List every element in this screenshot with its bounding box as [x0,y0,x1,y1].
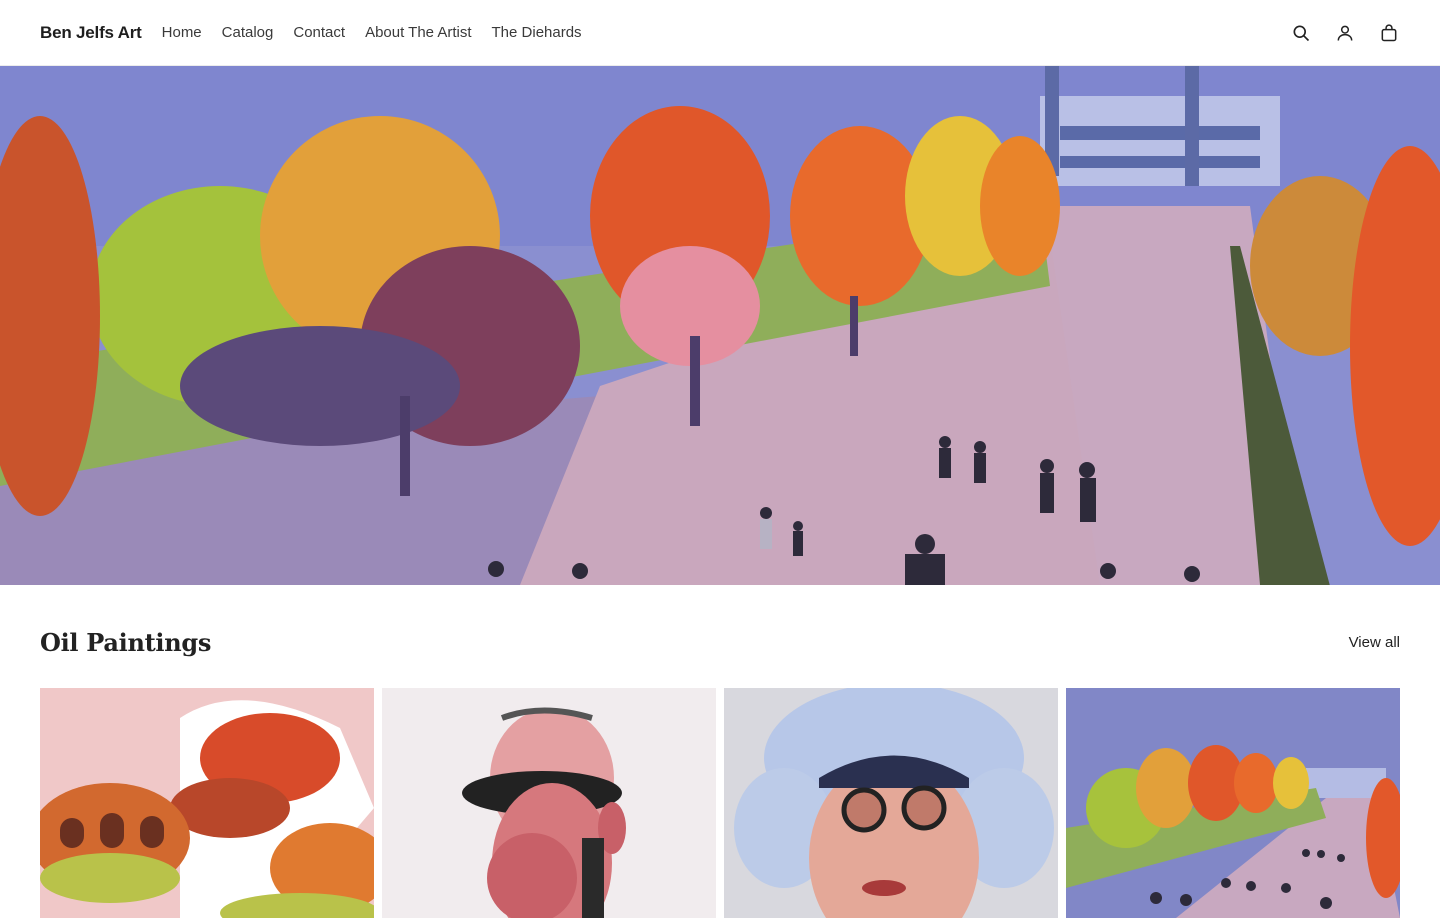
product-image-stadium-food [40,688,374,918]
header-icons [1290,22,1400,44]
product-image-caricature-sunglasses [382,688,716,918]
account-icon[interactable] [1334,22,1356,44]
site-header: Ben Jelfs Art Home Catalog Contact About… [0,0,1440,66]
product-grid [40,688,1400,918]
product-card-1[interactable] [40,688,374,918]
nav-catalog[interactable]: Catalog [222,24,274,41]
main-nav: Home Catalog Contact About The Artist Th… [162,24,582,41]
nav-about-the-artist[interactable]: About The Artist [365,24,471,41]
product-card-2[interactable] [382,688,716,918]
search-icon[interactable] [1290,22,1312,44]
nav-home[interactable]: Home [162,24,202,41]
product-image-caricature-grey-hair [724,688,1058,918]
hero-painting-image [0,66,1440,585]
brand-logo[interactable]: Ben Jelfs Art [40,23,142,43]
nav-the-diehards[interactable]: The Diehards [492,24,582,41]
collection-title: Oil Paintings [40,628,212,657]
cart-icon[interactable] [1378,22,1400,44]
view-all-link[interactable]: View all [1349,634,1400,651]
product-card-3[interactable] [724,688,1058,918]
product-image-autumn-park [1066,688,1400,918]
product-card-4[interactable] [1066,688,1400,918]
collection-header: Oil Paintings View all [40,628,1400,657]
hero-banner [0,66,1440,585]
nav-contact[interactable]: Contact [293,24,345,41]
